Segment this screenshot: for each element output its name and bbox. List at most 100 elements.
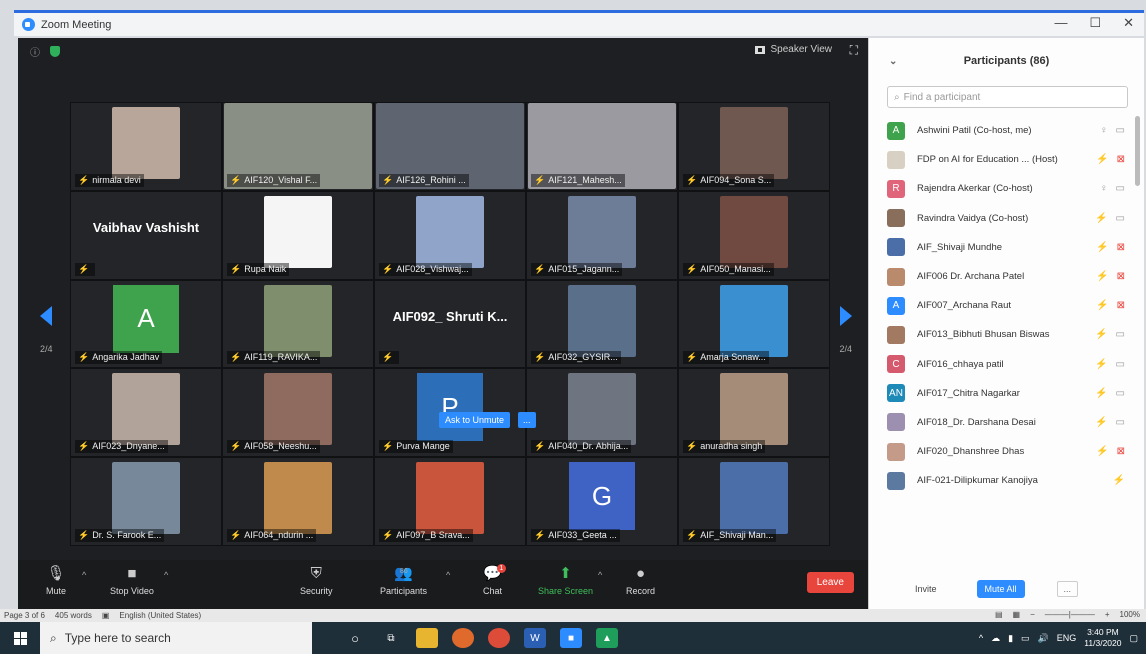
start-button[interactable] bbox=[0, 622, 40, 654]
participant-tile[interactable]: ⚡ AIF119_RAVIKA... bbox=[222, 279, 374, 369]
participant-tile[interactable]: ⚡ AIF023_Dnyane... bbox=[70, 368, 222, 458]
participants-options-caret[interactable]: ^ bbox=[446, 570, 450, 580]
record-button[interactable]: ● Record bbox=[626, 566, 655, 597]
notifications-icon[interactable]: ▢ bbox=[1129, 633, 1138, 644]
close-button[interactable]: ✕ bbox=[1123, 15, 1134, 31]
taskbar-search-box[interactable]: ⌕ Type here to search bbox=[40, 622, 312, 654]
cortana-icon[interactable]: ○ bbox=[344, 628, 366, 648]
participant-row[interactable]: AIF_Shivaji Mundhe ⚡ ⊠ bbox=[869, 233, 1133, 262]
info-icon[interactable]: ⓘ bbox=[30, 44, 40, 59]
more-options-button[interactable]: ... bbox=[1056, 581, 1079, 597]
tile-more-button[interactable]: ... bbox=[518, 412, 536, 428]
participant-tile[interactable]: ⚡ AIF094_Sona S... bbox=[678, 102, 830, 191]
chat-label: Chat bbox=[483, 586, 503, 596]
participant-tile[interactable]: ⚡ AIF126_Rohini ... bbox=[374, 102, 526, 191]
page-count[interactable]: Page 3 of 6 bbox=[4, 611, 45, 620]
fullscreen-icon[interactable]: ⛶ bbox=[850, 43, 858, 58]
participant-row[interactable]: AIF018_Dr. Darshana Desai ⚡ ▭ bbox=[869, 408, 1133, 437]
video-options-caret[interactable]: ^ bbox=[164, 570, 168, 580]
participant-tile[interactable]: ⚡ nirmala devi bbox=[70, 102, 222, 191]
participant-name: AIF097_B Srava... bbox=[396, 529, 470, 540]
participant-tile[interactable]: ⚡ Dr. S. Farook E... bbox=[70, 457, 222, 546]
participant-tile[interactable]: AIF092_ Shruti K... ⚡ bbox=[374, 279, 526, 369]
share-options-caret[interactable]: ^ bbox=[598, 570, 602, 580]
participant-row[interactable]: AIF-021-Dilipkumar Kanojiya ⚡ bbox=[869, 466, 1133, 495]
minimize-button[interactable]: — bbox=[1054, 15, 1067, 31]
next-page-arrow[interactable] bbox=[840, 306, 852, 326]
participant-tile[interactable]: ⚡ AIF064_ndurin ... bbox=[222, 457, 374, 546]
shield-icon[interactable] bbox=[50, 45, 60, 57]
language-indicator[interactable]: ENG bbox=[1057, 633, 1077, 643]
participant-video bbox=[264, 284, 332, 357]
mute-all-button[interactable]: Mute All bbox=[976, 580, 1025, 598]
cloud-icon[interactable]: ☁ bbox=[991, 633, 1000, 644]
participant-tile[interactable]: ⚡ anuradha singh bbox=[678, 368, 830, 458]
language-status[interactable]: English (United States) bbox=[119, 611, 201, 620]
participant-row[interactable]: Ravindra Vaidya (Co-host) ⚡ ▭ bbox=[869, 204, 1133, 233]
participant-tile[interactable]: G ⚡ AIF033_Geeta ... bbox=[526, 457, 678, 546]
zoom-in-button[interactable]: + bbox=[1105, 610, 1110, 619]
zoom-app-icon[interactable]: ■ bbox=[560, 628, 582, 648]
participant-row[interactable]: C AIF016_chhaya patil ⚡ ▭ bbox=[869, 350, 1133, 379]
read-mode-icon[interactable]: ▤ bbox=[995, 610, 1003, 619]
participant-row[interactable]: A Ashwini Patil (Co-host, me) ♀ ▭ bbox=[869, 116, 1133, 145]
participant-video bbox=[568, 195, 636, 268]
participant-tile[interactable]: ⚡ Rupa Naik bbox=[222, 190, 374, 280]
participant-tile[interactable]: A ⚡ Angarika Jadhav bbox=[70, 279, 222, 369]
speaker-view-button[interactable]: Speaker View bbox=[755, 44, 832, 55]
mute-button[interactable]: 🎙 Mute bbox=[46, 566, 66, 597]
participant-row[interactable]: FDP on AI for Education ... (Host) ⚡ ⊠ bbox=[869, 145, 1133, 174]
clock-date: 11/3/2020 bbox=[1084, 638, 1122, 648]
chevron-down-icon[interactable]: ⌄ bbox=[889, 56, 897, 67]
participant-search-input[interactable]: ⌕ Find a participant bbox=[887, 86, 1128, 108]
security-button[interactable]: ⛨ Security bbox=[300, 566, 333, 597]
network-icon[interactable]: ▭ bbox=[1021, 633, 1030, 644]
file-explorer-icon[interactable] bbox=[416, 628, 438, 648]
proofing-icon[interactable]: ▣ bbox=[102, 611, 110, 620]
green-app-icon[interactable]: ▲ bbox=[596, 628, 618, 648]
participants-button[interactable]: 👥 86 Participants bbox=[380, 566, 427, 597]
participant-row[interactable]: A AIF007_Archana Raut ⚡ ⊠ bbox=[869, 291, 1133, 320]
maximize-button[interactable]: ☐ bbox=[1089, 15, 1101, 31]
participant-tile[interactable]: ⚡ AIF058_Neeshu... bbox=[222, 368, 374, 458]
word-icon[interactable]: W bbox=[524, 628, 546, 648]
print-layout-icon[interactable]: ▦ bbox=[1013, 610, 1021, 619]
participant-row[interactable]: R Rajendra Akerkar (Co-host) ♀ ▭ bbox=[869, 174, 1133, 203]
participant-tile[interactable]: ⚡ AIF050_Manasi... bbox=[678, 190, 830, 280]
muted-mic-icon: ⚡ bbox=[382, 263, 394, 274]
firefox-icon[interactable] bbox=[452, 628, 474, 648]
stop-video-button[interactable]: ■ Stop Video bbox=[110, 566, 154, 597]
ask-to-unmute-button[interactable]: Ask to Unmute bbox=[439, 412, 511, 428]
participant-row[interactable]: AIF006 Dr. Archana Patel ⚡ ⊠ bbox=[869, 262, 1133, 291]
zoom-slider[interactable]: ———|——— bbox=[1045, 610, 1095, 619]
task-view-icon[interactable]: ⧉ bbox=[380, 628, 402, 648]
participant-row[interactable]: AN AIF017_Chitra Nagarkar ⚡ ▭ bbox=[869, 379, 1133, 408]
participant-tile[interactable]: ⚡ AIF040_Dr. Abhija... bbox=[526, 368, 678, 458]
word-count[interactable]: 405 words bbox=[55, 611, 92, 620]
zoom-level[interactable]: 100% bbox=[1120, 610, 1140, 619]
participant-tile[interactable]: ⚡ AIF_Shivaji Man... bbox=[678, 457, 830, 546]
zoom-out-button[interactable]: − bbox=[1030, 610, 1035, 619]
chrome-icon[interactable] bbox=[488, 628, 510, 648]
clock[interactable]: 3:40 PM 11/3/2020 bbox=[1084, 627, 1121, 649]
participant-tile[interactable]: ⚡ AIF120_Vishal F... bbox=[222, 102, 374, 191]
participant-list-scrollbar[interactable] bbox=[1135, 116, 1140, 186]
battery-icon[interactable]: ▮ bbox=[1008, 633, 1013, 644]
volume-icon[interactable]: 🔊 bbox=[1038, 633, 1049, 644]
participant-tile[interactable]: Vaibhav Vashisht ⚡ bbox=[70, 190, 222, 280]
participant-row[interactable]: AIF020_Dhanshree Dhas ⚡ ⊠ bbox=[869, 437, 1133, 466]
audio-options-caret[interactable]: ^ bbox=[82, 570, 86, 580]
prev-page-arrow[interactable] bbox=[40, 306, 52, 326]
participant-tile[interactable]: ⚡ AIF121_Mahesh... bbox=[526, 102, 678, 191]
share-screen-button[interactable]: ⬆ Share Screen bbox=[538, 566, 593, 597]
participant-row[interactable]: AIF013_Bibhuti Bhusan Biswas ⚡ ▭ bbox=[869, 320, 1133, 349]
participant-tile[interactable]: ⚡ AIF015_Jagann... bbox=[526, 190, 678, 280]
participant-tile[interactable]: ⚡ AIF097_B Srava... bbox=[374, 457, 526, 546]
leave-button[interactable]: Leave bbox=[806, 572, 854, 593]
participant-tile[interactable]: ⚡ Amarja Sonaw... bbox=[678, 279, 830, 369]
chat-button[interactable]: 💬 1 Chat bbox=[483, 564, 506, 596]
invite-button[interactable]: Invite bbox=[909, 580, 943, 598]
participant-tile[interactable]: ⚡ AIF032_GYSIR... bbox=[526, 279, 678, 369]
tray-overflow-icon[interactable]: ^ bbox=[979, 633, 983, 643]
participant-tile[interactable]: ⚡ AIF028_Vishwaj... bbox=[374, 190, 526, 280]
